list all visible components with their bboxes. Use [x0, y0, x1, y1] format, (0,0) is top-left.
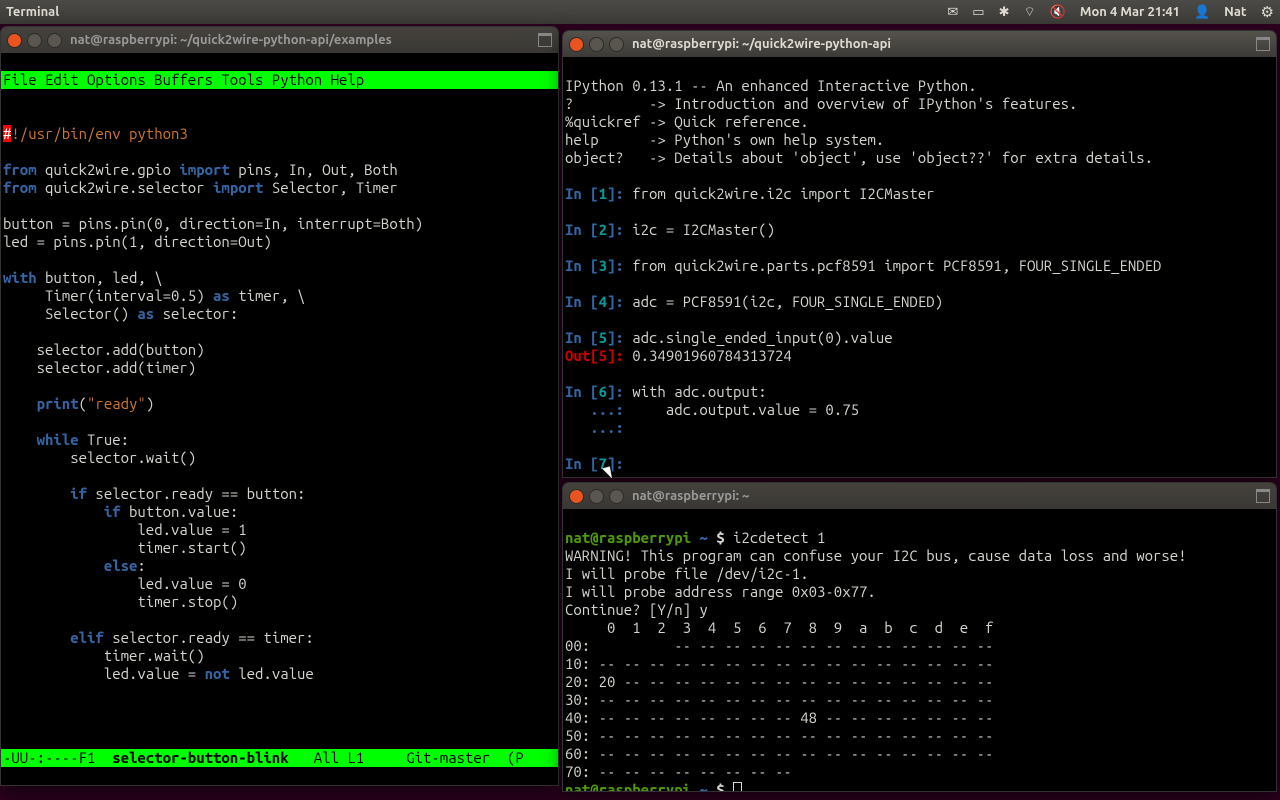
user-icon: 👤 — [1194, 5, 1210, 20]
emacs-titlebar[interactable]: nat@raspberrypi: ~/quick2wire-python-api… — [1, 27, 558, 53]
mail-icon[interactable]: ✉ — [947, 5, 958, 20]
close-icon[interactable] — [569, 37, 584, 52]
ipython-title: nat@raspberrypi: ~/quick2wire-python-api — [632, 37, 891, 51]
i2c-row: 40: -- -- -- -- -- -- -- -- 48 -- -- -- … — [565, 709, 993, 726]
i2c-row: 70: -- -- -- -- -- -- -- -- — [565, 763, 792, 780]
minimize-icon[interactable] — [27, 33, 42, 48]
emacs-window[interactable]: nat@raspberrypi: ~/quick2wire-python-api… — [0, 26, 559, 786]
i2c-row: 10: -- -- -- -- -- -- -- -- -- -- -- -- … — [565, 655, 993, 672]
battery-icon[interactable]: ▭ — [972, 5, 984, 20]
cursor-icon — [733, 782, 742, 792]
shell-body[interactable]: nat@raspberrypi ~ $ i2cdetect 1 WARNING!… — [563, 509, 1276, 792]
emacs-code-area[interactable]: #!/usr/bin/env python3 from quick2wire.g… — [1, 107, 558, 683]
maximize-icon[interactable] — [47, 33, 62, 48]
minimize-icon[interactable] — [589, 37, 604, 52]
bluetooth-icon[interactable]: ✱ — [999, 5, 1010, 20]
user-menu[interactable]: Nat — [1224, 5, 1246, 19]
i2c-row: 00: -- -- -- -- -- -- -- -- -- -- -- -- … — [565, 637, 993, 654]
shell-title: nat@raspberrypi: ~ — [632, 489, 749, 503]
wifi-icon[interactable]: ⌔ — [1023, 4, 1035, 20]
top-panel: Terminal ✉ ▭ ✱ ⌔ 🔇 Mon 4 Mar 21:41 👤 Nat… — [0, 0, 1280, 24]
emacs-menubar[interactable]: File Edit Options Buffers Tools Python H… — [1, 71, 558, 89]
window-max-icon[interactable] — [1256, 489, 1270, 503]
shell-command: i2cdetect 1 — [733, 529, 825, 546]
emacs-modeline: -UU-:----F1 selector-button-blink All L1… — [1, 749, 558, 767]
window-max-icon[interactable] — [1256, 37, 1270, 51]
sound-icon[interactable]: 🔇 — [1050, 5, 1066, 20]
i2c-row: 60: -- -- -- -- -- -- -- -- -- -- -- -- … — [565, 745, 993, 762]
close-icon[interactable] — [569, 489, 584, 504]
close-icon[interactable] — [7, 33, 22, 48]
i2c-row: 20: 20 -- -- -- -- -- -- -- -- -- -- -- … — [565, 673, 993, 690]
system-tray: ✉ ▭ ✱ ⌔ 🔇 Mon 4 Mar 21:41 👤 Nat ⚙ — [947, 3, 1274, 21]
maximize-icon[interactable] — [609, 37, 624, 52]
shell-titlebar[interactable]: nat@raspberrypi: ~ — [563, 483, 1276, 509]
window-max-icon[interactable] — [538, 33, 552, 47]
active-app-label: Terminal — [6, 5, 59, 19]
emacs-title: nat@raspberrypi: ~/quick2wire-python-api… — [70, 33, 392, 47]
shell-window[interactable]: nat@raspberrypi: ~ nat@raspberrypi ~ $ i… — [562, 482, 1277, 792]
gear-icon[interactable]: ⚙ — [1261, 3, 1274, 21]
emacs-body[interactable]: File Edit Options Buffers Tools Python H… — [1, 53, 558, 785]
clock[interactable]: Mon 4 Mar 21:41 — [1080, 5, 1180, 19]
i2c-row: 50: -- -- -- -- -- -- -- -- -- -- -- -- … — [565, 727, 993, 744]
maximize-icon[interactable] — [609, 489, 624, 504]
ipython-body[interactable]: IPython 0.13.1 -- An enhanced Interactiv… — [563, 57, 1276, 475]
i2c-row: 30: -- -- -- -- -- -- -- -- -- -- -- -- … — [565, 691, 993, 708]
ipython-titlebar[interactable]: nat@raspberrypi: ~/quick2wire-python-api — [563, 31, 1276, 57]
minimize-icon[interactable] — [589, 489, 604, 504]
ipython-window[interactable]: nat@raspberrypi: ~/quick2wire-python-api… — [562, 30, 1277, 478]
